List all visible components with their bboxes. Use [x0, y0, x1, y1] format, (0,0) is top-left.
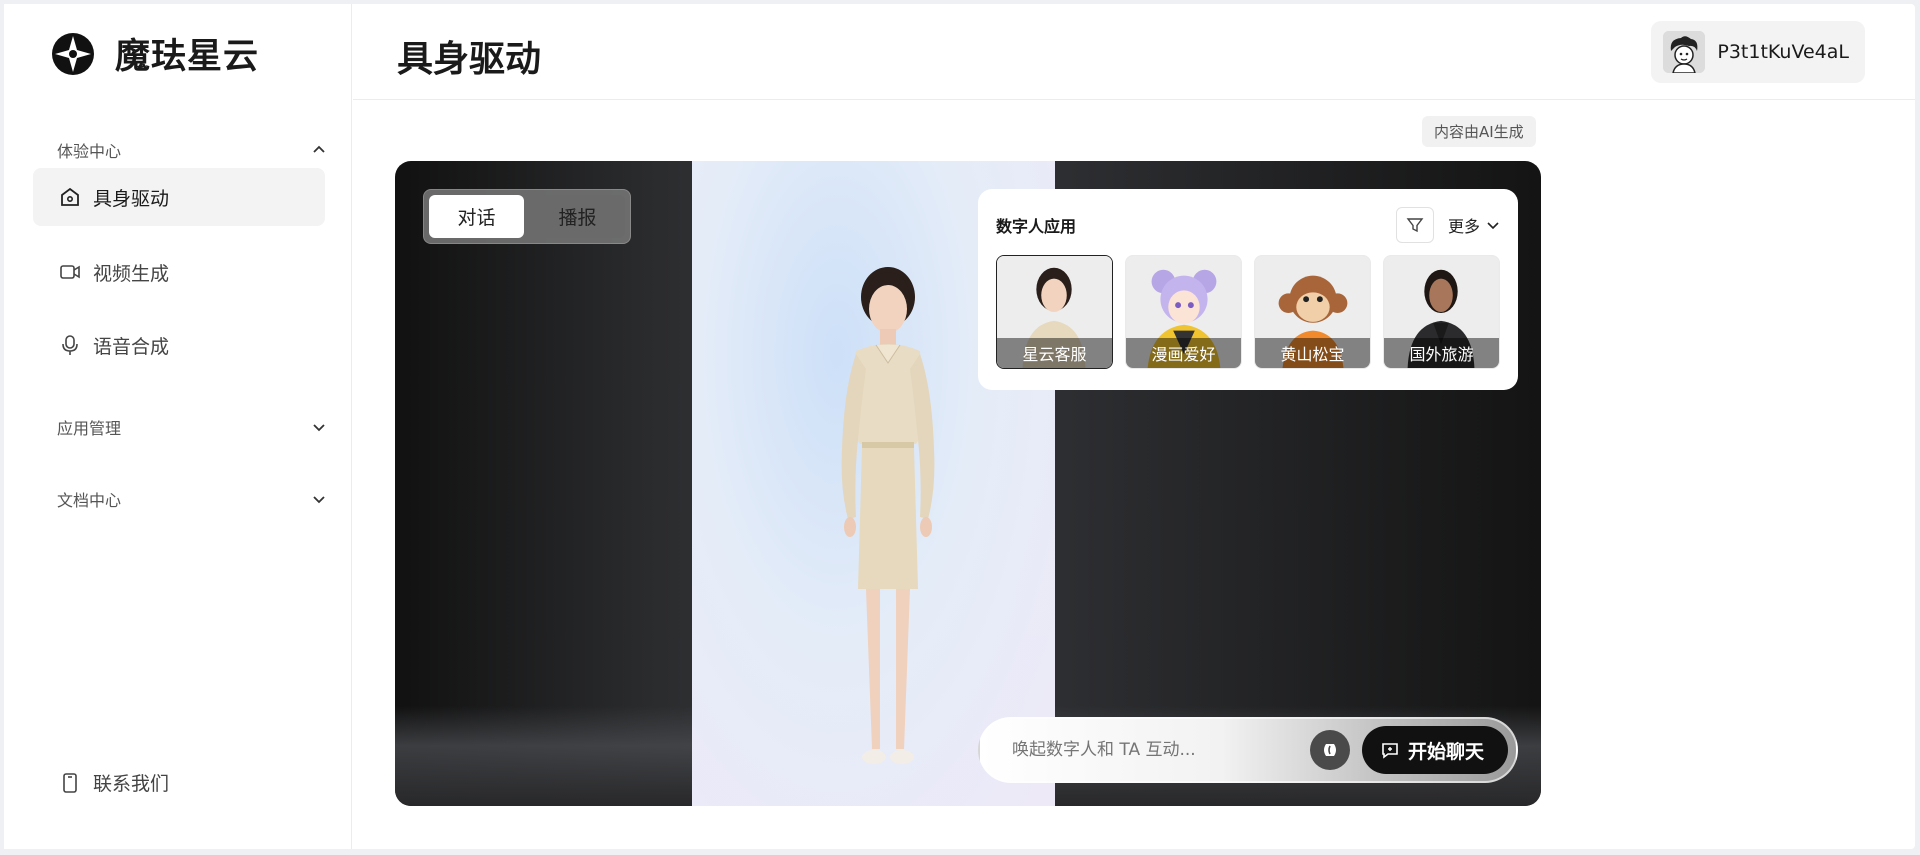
voice-wave-icon — [1323, 744, 1336, 756]
avatar-label: 黄山松宝 — [1255, 338, 1370, 368]
nav-section-label: 文档中心 — [57, 491, 122, 510]
ai-generated-badge: 内容由AI生成 — [1422, 116, 1536, 147]
app-window: 魔珐星云 体验中心 具身驱动 视频生成 语音合成 应用管理 文档中心 联系我们 … — [4, 4, 1915, 849]
digital-human-figure — [841, 267, 935, 764]
nav-section-docs[interactable]: 文档中心 — [57, 487, 327, 511]
nav-section-app-management[interactable]: 应用管理 — [57, 415, 327, 439]
contact-us-label: 联系我们 — [93, 773, 170, 795]
chat-bar: 开始聊天 — [978, 717, 1518, 783]
brand[interactable]: 魔珐星云 — [51, 28, 259, 79]
user-menu[interactable]: P3t1tKuVe4aL — [1651, 21, 1865, 83]
avatar-list: 星云客服 漫画爱好 黄山松宝 国外旅游 — [996, 255, 1500, 369]
nav-section-label: 应用管理 — [57, 419, 122, 438]
avatar-label: 星云客服 — [997, 338, 1112, 368]
avatar-card-travel[interactable]: 国外旅游 — [1383, 255, 1500, 369]
app-card-title: 数字人应用 — [996, 217, 1077, 236]
chat-input[interactable] — [1012, 740, 1310, 760]
more-dropdown[interactable]: 更多 — [1448, 213, 1500, 237]
home-icon — [61, 187, 79, 206]
sidebar-item-video-generation[interactable]: 视频生成 — [33, 243, 325, 301]
start-chat-label: 开始聊天 — [1407, 740, 1484, 763]
mic-icon — [62, 335, 78, 355]
tab-broadcast[interactable]: 播报 — [530, 195, 625, 238]
avatar-card-monkey[interactable]: 黄山松宝 — [1254, 255, 1371, 369]
chevron-down-icon — [313, 424, 325, 432]
top-header: 具身驱动 P3t1tKuVe4aL — [353, 4, 1915, 100]
sidebar-item-label: 语音合成 — [93, 335, 170, 358]
avatar — [1663, 31, 1706, 73]
avatar-label: 漫画爱好 — [1126, 338, 1241, 368]
avatar-card-anime[interactable]: 漫画爱好 — [1125, 255, 1242, 369]
filter-button[interactable] — [1395, 207, 1434, 243]
phone-icon — [63, 772, 77, 793]
voice-button[interactable] — [1309, 730, 1350, 770]
chat-bubble-icon — [1382, 743, 1398, 759]
avatar-card-customer-service[interactable]: 星云客服 — [996, 255, 1113, 369]
start-chat-button[interactable]: 开始聊天 — [1361, 726, 1508, 774]
digital-human-stage: 对话 播报 数字人应用 更多 星云客服 漫画爱好 黄山松宝 国外旅游 唤起数字人… — [395, 161, 1541, 806]
brand-name: 魔珐星云 — [115, 37, 260, 77]
user-name: P3t1tKuVe4aL — [1717, 41, 1849, 63]
nav-section-experience[interactable]: 体验中心 — [57, 138, 327, 162]
brand-logo-icon — [52, 32, 94, 75]
video-icon — [60, 265, 80, 279]
sidebar: 魔珐星云 体验中心 具身驱动 视频生成 语音合成 应用管理 文档中心 联系我们 — [4, 4, 352, 849]
tab-dialogue[interactable]: 对话 — [429, 195, 524, 238]
avatar-label: 国外旅游 — [1384, 338, 1499, 368]
chevron-down-icon — [1487, 222, 1499, 230]
digital-human-app-card: 数字人应用 更多 星云客服 漫画爱好 黄山松宝 国外旅游 — [978, 189, 1518, 390]
sidebar-item-label: 视频生成 — [93, 262, 170, 285]
chevron-down-icon — [313, 496, 325, 504]
contact-us-link[interactable]: 联系我们 — [59, 769, 169, 796]
chevron-up-icon — [313, 145, 325, 153]
app-card-tools: 更多 — [1395, 207, 1500, 243]
mode-switch: 对话 播报 — [423, 189, 631, 244]
sidebar-item-label: 具身驱动 — [93, 187, 170, 210]
app-card-header: 数字人应用 更多 — [996, 207, 1500, 243]
nav-section-label: 体验中心 — [57, 142, 122, 161]
more-label: 更多 — [1447, 217, 1480, 236]
page-title: 具身驱动 — [397, 39, 542, 80]
filter-icon — [1406, 218, 1424, 233]
sidebar-item-speech-synthesis[interactable]: 语音合成 — [33, 316, 325, 374]
sidebar-item-embodied-driving[interactable]: 具身驱动 — [33, 168, 325, 226]
